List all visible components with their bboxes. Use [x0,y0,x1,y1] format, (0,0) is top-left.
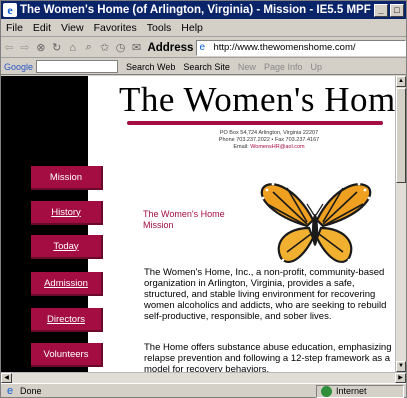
heading-divider [127,121,383,125]
page-icon: e [199,42,206,53]
forward-icon[interactable]: ⇨ [19,41,31,55]
menu-help[interactable]: Help [176,22,208,34]
scroll-up-icon[interactable]: ▲ [396,76,406,87]
email-label: Email: [233,144,249,150]
nav-mission[interactable]: Mission [31,166,103,190]
address-label: Address [147,41,194,54]
address-url: http://www.thewomenshome.com/ [213,42,356,53]
email-line: Email: WomensHR@aol.com [169,144,369,151]
nav-directors[interactable]: Directors [31,308,103,332]
google-toolbar: Google Search Web Search Site New Page I… [1,59,406,75]
ie-logo-icon: e [3,3,17,17]
menu-bar: File Edit View Favorites Tools Help [1,19,406,37]
menu-tools[interactable]: Tools [142,22,177,34]
nav-label: History [51,206,81,218]
toolbar: ⇦ ⇨ ⊗ ↻ ⌂ ⌕ ✩ ◷ ✉ Address e http://www.t… [1,38,406,58]
favorites-icon[interactable]: ✩ [99,41,111,55]
home-icon[interactable]: ⌂ [67,41,79,55]
page-heading: The Women's Home [119,80,395,119]
mission-label-line1: The Women's Home [143,209,225,219]
nav-label: Directors [46,313,85,325]
nav-label: Today [53,240,79,252]
page-status-icon: e [6,385,14,397]
menu-view[interactable]: View [56,22,89,34]
butterfly-image [260,180,372,266]
address-line: PO Box 54,724 Arlington, Virginia 22207 [219,130,319,136]
browser-window: e The Women's Home (of Arlington, Virgin… [0,0,407,398]
new-button[interactable]: New [238,62,256,72]
title-bar: e The Women's Home (of Arlington, Virgin… [1,1,406,19]
nav-today[interactable]: Today [31,235,103,259]
scroll-thumb[interactable] [396,88,406,183]
horizontal-scrollbar[interactable]: ◀ ▶ [1,372,406,383]
phone-line: Phone 703.237.2022 • Fax 703.237.4167 [218,137,320,143]
nav-volunteers[interactable]: Volunteers [31,343,103,367]
search-web-button[interactable]: Search Web [126,62,175,72]
up-button[interactable]: Up [310,62,322,72]
email-link[interactable]: WomensHR@aol.com [250,144,304,150]
history-icon[interactable]: ◷ [115,41,127,55]
nav-history[interactable]: History [31,201,103,225]
minimize-button[interactable]: _ [374,3,388,17]
nav-label: Volunteers [43,348,89,360]
butterfly-body [312,214,318,246]
page-content: Mission History Today Admission Director… [1,76,395,372]
mail-icon[interactable]: ✉ [131,41,143,55]
menu-file[interactable]: File [1,22,28,34]
window-title: The Women's Home (of Arlington, Virginia… [20,4,371,16]
nav-label: Admission [44,277,88,289]
mission-label: The Women's Home Mission [143,209,233,231]
nav-label: Mission [49,171,83,183]
google-search-input[interactable] [36,60,119,73]
mission-label-line2: Mission [143,220,174,230]
refresh-icon[interactable]: ↻ [51,41,63,55]
scroll-left-icon[interactable]: ◀ [1,373,12,383]
search-site-button[interactable]: Search Site [183,62,230,72]
mission-paragraph-2: The Home offers substance abuse educatio… [144,342,392,372]
mission-paragraph-1: The Women's Home, Inc., a non-profit, co… [144,267,387,322]
menu-edit[interactable]: Edit [28,22,56,34]
vertical-scrollbar[interactable]: ▲ ▼ [395,76,406,372]
contact-info: PO Box 54,724 Arlington, Virginia 22207 … [169,130,369,151]
security-zone: Internet [316,384,404,398]
address-input[interactable]: e http://www.thewomenshome.com/ [196,39,406,56]
scroll-down-icon[interactable]: ▼ [396,361,406,372]
maximize-button[interactable]: □ [390,3,404,17]
scroll-right-icon[interactable]: ▶ [395,373,406,383]
google-logo[interactable]: Google [4,62,33,72]
status-bar: e Done Internet [1,383,406,398]
page-info-button[interactable]: Page Info [264,62,303,72]
stop-icon[interactable]: ⊗ [35,41,47,55]
globe-icon [321,385,332,397]
menu-favorites[interactable]: Favorites [89,22,142,34]
search-icon[interactable]: ⌕ [83,41,95,55]
zone-label: Internet [336,386,367,396]
status-text: Done [20,386,42,396]
nav-admission[interactable]: Admission [31,272,103,296]
back-icon[interactable]: ⇦ [3,41,15,55]
